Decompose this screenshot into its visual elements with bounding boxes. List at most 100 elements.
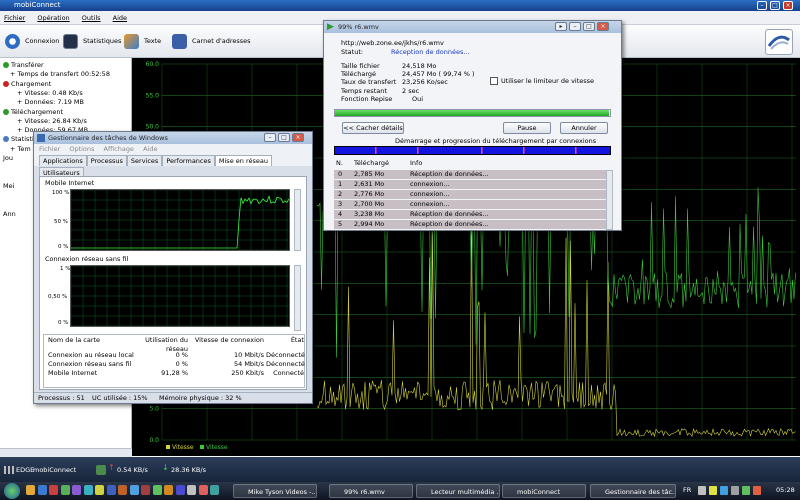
menu-aide[interactable]: Aide (113, 14, 127, 22)
language-indicator[interactable]: FR (683, 486, 691, 494)
tab-services[interactable]: Services (126, 155, 163, 166)
carnet-button[interactable]: Carnet d'adresses (172, 31, 251, 51)
tray-icon[interactable] (698, 486, 706, 495)
quick-launch-icon[interactable] (118, 485, 127, 495)
table-row[interactable]: Connexion réseau sans fil 0 % 54 Mbit/s Déc… (44, 360, 306, 369)
tm-menu-fichier[interactable]: Fichier (39, 145, 60, 153)
tree-item-label: + Temps de transfert 00:52:58 (10, 70, 110, 79)
table-cell: Connecté (273, 369, 304, 377)
connection-row[interactable]: 2 2,776 Mo connexion... (334, 189, 608, 199)
quick-launch-icon[interactable] (106, 485, 116, 495)
menu-fichier[interactable]: Fichier (4, 14, 25, 22)
tree-item[interactable]: + Données: 7.19 MB (17, 98, 84, 107)
limiter-checkbox[interactable] (490, 77, 498, 85)
connection-row[interactable]: 3 2,700 Mo connexion... (334, 199, 608, 209)
tree-item[interactable]: + Vitesse: 26.84 Kb/s (17, 117, 87, 126)
dl-close-button[interactable]: × (597, 22, 609, 31)
table-row[interactable]: Mobile Internet 91,28 % 250 Kbit/s Connecté (44, 369, 306, 378)
quick-launch-icon[interactable] (60, 485, 70, 495)
tm-minimize-button[interactable]: – (264, 133, 276, 142)
quick-launch-icon[interactable] (95, 485, 104, 495)
tm-maximize-button[interactable]: □ (278, 133, 290, 142)
tab-performances[interactable]: Performances (162, 155, 215, 166)
minimize-button[interactable]: – (757, 1, 767, 10)
dl-maximize-button[interactable]: □ (583, 22, 595, 31)
connection-cell: 2,994 Mo (354, 219, 385, 228)
tree-item[interactable]: Téléchargement (3, 108, 63, 117)
clock[interactable]: 05:28 (776, 486, 795, 494)
connexion-button[interactable]: Connexion (5, 31, 59, 51)
tm-menu-options[interactable]: Options (69, 145, 94, 153)
connections-caption: Démarrage et progression du téléchargeme… (395, 137, 597, 145)
menu-operation[interactable]: Opération (37, 14, 69, 22)
quick-launch-icon[interactable] (37, 485, 47, 495)
pause-button[interactable]: Pause (503, 122, 551, 134)
quick-launch-icon[interactable] (152, 485, 162, 495)
menu-outils[interactable]: Outils (82, 14, 101, 22)
connections-scrollbar[interactable] (606, 170, 613, 230)
tree-item[interactable]: Ann (3, 210, 16, 219)
quick-launch-icon[interactable] (198, 485, 208, 495)
tm-menu-aide[interactable]: Aide (143, 145, 157, 153)
table-row[interactable]: Connexion au réseau local 0 % 10 Mbit/s Déc… (44, 351, 306, 360)
graph2-scrollbar[interactable] (294, 265, 301, 331)
tree-item[interactable]: Chargement (3, 80, 51, 89)
taskbar-task[interactable]: Mike Tyson Videos -... (233, 484, 317, 498)
table-header[interactable]: Nom de la carte Utilisation du réseau Vite… (44, 336, 306, 353)
dl-minimize-button[interactable]: – (569, 22, 581, 31)
tray-icon[interactable] (709, 486, 717, 495)
close-button[interactable]: × (783, 1, 793, 10)
tab-mise-en-reseau[interactable]: Mise en réseau (214, 155, 272, 166)
tab-processus[interactable]: Processus (86, 155, 127, 166)
tree-item[interactable]: + Vitesse: 0.48 Kb/s (17, 89, 83, 98)
graph1-tick-mid: 50 % (54, 219, 68, 225)
statistiques-button[interactable]: Statistiques (63, 31, 121, 51)
download-title-bar[interactable]: ▶ 99% r6.wmv ▸ – □ × (324, 21, 621, 33)
tree-item[interactable]: Mei (3, 182, 14, 191)
quick-launch-icon[interactable] (26, 485, 35, 495)
graph2-label: Connexion réseau sans fil (45, 255, 129, 263)
tree-item[interactable]: + Tem (10, 145, 31, 154)
dl-arrow-button[interactable]: ▸ (555, 22, 567, 31)
quick-launch-icon[interactable] (83, 485, 93, 495)
tm-menu-affichage[interactable]: Affichage (104, 145, 135, 153)
tray-icon[interactable] (753, 486, 761, 495)
connection-marker (375, 147, 377, 154)
maximize-button[interactable]: □ (770, 1, 780, 10)
connection-cell: 0 (338, 170, 343, 178)
connection-row[interactable]: 4 3,238 Mo Réception de données... (334, 209, 608, 219)
tm-close-button[interactable]: × (292, 133, 304, 142)
cancel-button[interactable]: Annuler (560, 122, 608, 134)
connection-row[interactable]: 0 2,785 Mo Réception de données... (334, 170, 608, 179)
texte-button[interactable]: Texte (124, 31, 161, 51)
quick-launch-icon[interactable] (72, 485, 81, 495)
quick-launch-icon[interactable] (164, 485, 173, 495)
taskbar-task[interactable]: Gestionnaire des tâc... (590, 484, 676, 498)
task-manager-title-bar[interactable]: Gestionnaire des tâches de Windows – □ × (34, 132, 312, 144)
connection-row[interactable]: 1 2,631 Mo connexion... (334, 179, 608, 189)
taskbar-task[interactable]: mobiConnect (502, 484, 586, 498)
tree-item[interactable]: Jou (3, 154, 13, 163)
tree-item[interactable]: + Temps de transfert 00:52:58 (10, 70, 110, 79)
download-title: 99% r6.wmv (338, 23, 379, 31)
quick-launch-icon[interactable] (175, 485, 185, 495)
tree-item[interactable]: Transférer (3, 61, 44, 70)
tree-horizontal-scrollbar[interactable] (0, 448, 132, 457)
connection-row[interactable]: 5 2,994 Mo Réception de données... (334, 219, 608, 229)
tree-item[interactable]: Statisti (3, 135, 34, 144)
quick-launch-icon[interactable] (129, 485, 139, 495)
taskbar-task[interactable]: 99% r6.wmv (329, 484, 413, 498)
tray-icon[interactable] (731, 486, 739, 495)
table-cell: Déconnecté (266, 360, 305, 368)
hide-details-button[interactable]: << Cacher détails (342, 122, 404, 134)
quick-launch-icon[interactable] (49, 485, 58, 495)
tray-icon[interactable] (742, 486, 750, 495)
quick-launch-icon[interactable] (141, 485, 150, 495)
graph-scrollbar[interactable] (294, 189, 301, 251)
start-orb-icon[interactable] (4, 483, 20, 499)
tab-applications[interactable]: Applications (39, 155, 87, 166)
tray-icon[interactable] (720, 486, 728, 495)
quick-launch-icon[interactable] (210, 485, 219, 495)
quick-launch-icon[interactable] (187, 485, 196, 495)
taskbar-task[interactable]: Lecteur multimédia ... (416, 484, 500, 498)
